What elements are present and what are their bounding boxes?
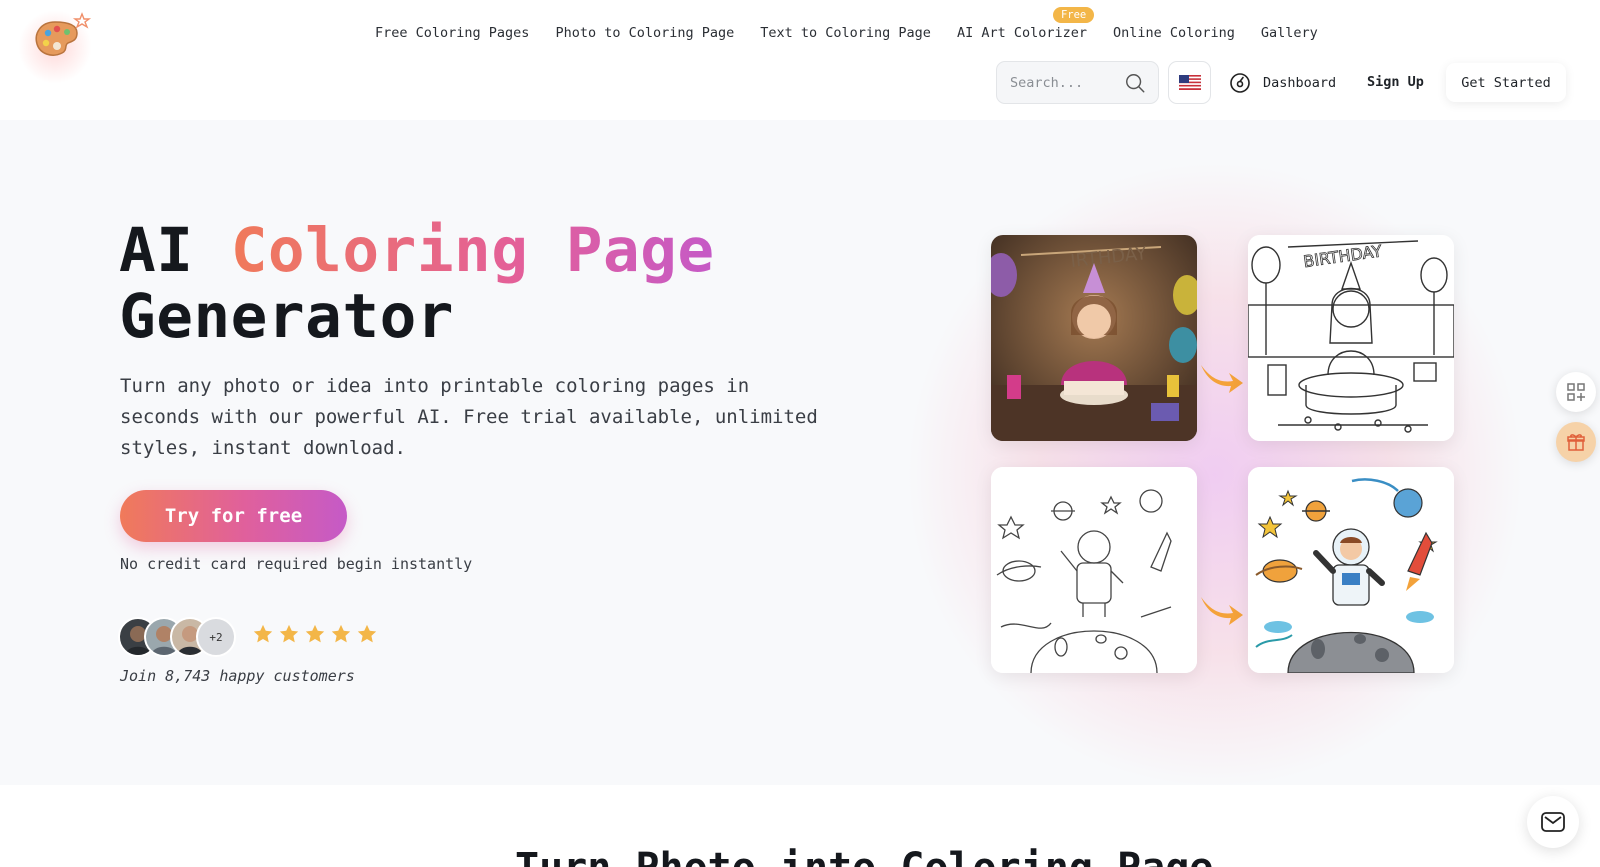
next-section: Turn Photo into Coloring Page xyxy=(0,785,1600,867)
try-free-button[interactable]: Try for free xyxy=(120,490,347,542)
section-title: Turn Photo into Coloring Page xyxy=(515,845,1213,867)
apps-grid-icon xyxy=(1567,383,1585,401)
search-input[interactable] xyxy=(1010,74,1120,91)
title-plain-1: AI xyxy=(119,215,231,286)
dashboard-link[interactable]: Dashboard xyxy=(1229,71,1336,95)
dashboard-label: Dashboard xyxy=(1263,75,1337,91)
nav-photo-to-coloring-page[interactable]: Photo to Coloring Page xyxy=(555,25,734,47)
arrow-right-icon xyxy=(1201,597,1243,625)
arrow-right-icon xyxy=(1201,365,1243,393)
nav-ai-art-colorizer-label: AI Art Colorizer xyxy=(956,25,1087,41)
birthday-coloring-page: BIRTHDAY xyxy=(1248,235,1454,441)
language-button[interactable] xyxy=(1168,61,1211,104)
free-badge: Free xyxy=(1052,7,1095,23)
us-flag-icon xyxy=(1178,75,1201,90)
main-nav: Free Coloring Pages Photo to Coloring Pa… xyxy=(375,7,1318,47)
star-icon xyxy=(279,624,299,643)
mail-icon xyxy=(1541,812,1565,832)
astronaut-colored-page xyxy=(1248,467,1454,673)
nav-ai-art-colorizer[interactable]: AI Art Colorizer Free xyxy=(956,7,1095,47)
star-icon xyxy=(305,624,325,643)
cta-note: No credit card required begin instantly xyxy=(120,555,473,573)
nav-online-coloring[interactable]: Online Coloring xyxy=(1113,25,1235,47)
apps-grid-button[interactable] xyxy=(1556,372,1596,412)
hero-section: AI Coloring Page Generator Turn any phot… xyxy=(0,120,1600,785)
signup-link[interactable]: Sign Up xyxy=(1367,74,1424,90)
hero-subtitle: Turn any photo or idea into printable co… xyxy=(120,375,818,459)
star-icon xyxy=(331,624,351,643)
dashboard-icon xyxy=(1230,73,1250,93)
avatars-more-count: +2 xyxy=(196,617,236,657)
astronaut-coloring-page xyxy=(991,467,1197,673)
star-icon xyxy=(253,624,273,643)
site-header: Free Coloring Pages Photo to Coloring Pa… xyxy=(0,0,1600,120)
title-gradient: Coloring Page xyxy=(230,215,715,286)
search-icon[interactable] xyxy=(1124,72,1146,94)
star-icon xyxy=(357,624,377,643)
page-title: AI Coloring Page Generator xyxy=(119,218,715,350)
nav-text-to-coloring-page[interactable]: Text to Coloring Page xyxy=(760,25,931,47)
get-started-button[interactable]: Get Started xyxy=(1446,63,1566,102)
gift-icon xyxy=(1567,434,1585,451)
search-box xyxy=(996,61,1159,104)
gift-button[interactable] xyxy=(1556,422,1596,462)
birthday-photo: IRTHDAY xyxy=(991,235,1197,441)
title-plain-2: Generator xyxy=(119,281,455,352)
nav-gallery[interactable]: Gallery xyxy=(1261,25,1318,47)
rating-stars xyxy=(252,623,378,645)
nav-free-coloring-pages[interactable]: Free Coloring Pages xyxy=(375,25,529,47)
palette-icon[interactable] xyxy=(30,8,94,64)
customers-count: Join 8,743 happy customers xyxy=(120,667,355,685)
chat-button[interactable] xyxy=(1527,796,1579,848)
